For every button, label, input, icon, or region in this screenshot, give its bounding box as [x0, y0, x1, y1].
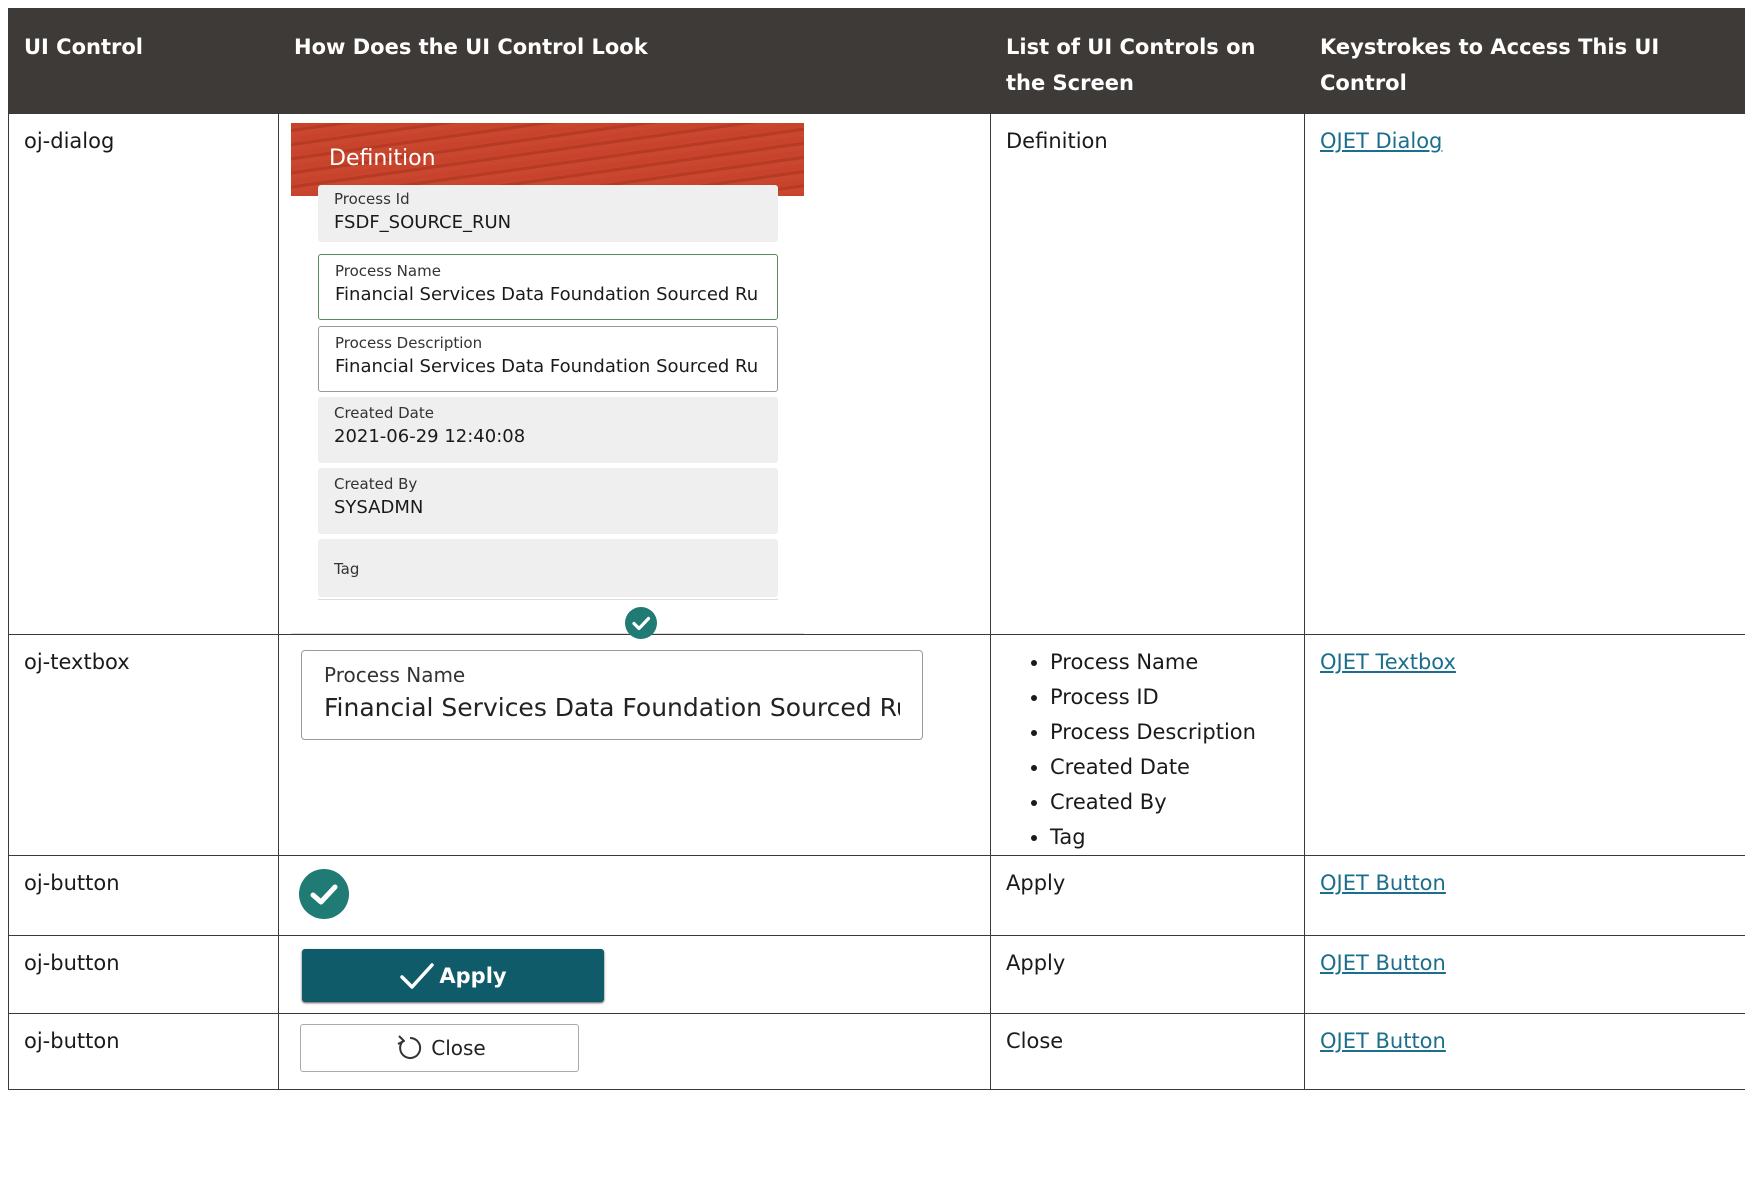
- process-id-label: Process Id: [334, 190, 410, 208]
- process-name-label: Process Name: [335, 262, 441, 280]
- list-item: Created Date: [1050, 750, 1289, 785]
- ui-controls-table: UI Control How Does the UI Control Look …: [8, 8, 1745, 1090]
- ojet-button-link[interactable]: OJET Button: [1320, 1029, 1446, 1053]
- process-description-label: Process Description: [335, 334, 483, 352]
- header-how-look: How Does the UI Control Look: [278, 8, 991, 114]
- cell-controls-list: Close: [990, 1013, 1305, 1090]
- apply-button-label: Apply: [439, 963, 507, 988]
- header-keystrokes: Keystrokes to Access This UI Control: [1304, 8, 1745, 114]
- textbox-value: Financial Services Data Foundation Sourc…: [324, 693, 900, 722]
- close-button-label: Close: [431, 1036, 486, 1060]
- created-by-field: Created By SYSADMN: [318, 468, 778, 534]
- textbox-label: Process Name: [324, 663, 466, 687]
- process-description-field[interactable]: Process Description Financial Services D…: [318, 326, 778, 392]
- process-name-field[interactable]: Process Name Financial Services Data Fou…: [318, 254, 778, 320]
- cell-control: oj-button: [8, 1013, 279, 1090]
- list-item: Tag: [1050, 820, 1289, 855]
- dialog-title: Definition: [329, 146, 436, 171]
- cell-preview: [278, 855, 991, 936]
- table-row: oj-button Close Close OJET Button: [8, 1013, 1745, 1090]
- cell-link: OJET Button: [1304, 935, 1745, 1014]
- list-item: Created By: [1050, 785, 1289, 820]
- process-description-value: Financial Services Data Foundation Sourc…: [335, 356, 759, 377]
- header-controls-list: List of UI Controls on the Screen: [990, 8, 1305, 114]
- cell-preview: Apply: [278, 935, 991, 1014]
- table-row: oj-button Apply Apply OJET Button: [8, 935, 1745, 1014]
- table-row: oj-dialog Definition Process Id FSDF_SOU…: [8, 113, 1745, 639]
- created-by-value: SYSADMN: [334, 497, 424, 518]
- check-icon: [400, 962, 435, 989]
- created-date-field: Created Date 2021-06-29 12:40:08: [318, 397, 778, 463]
- ojet-dialog-link[interactable]: OJET Dialog: [1320, 129, 1442, 153]
- table-row: oj-button Apply OJET Button: [8, 855, 1745, 936]
- process-name-value: Financial Services Data Foundation Sourc…: [335, 284, 759, 305]
- cell-link: OJET Button: [1304, 1013, 1745, 1090]
- list-item: Process Description: [1050, 715, 1289, 750]
- created-by-label: Created By: [334, 475, 418, 493]
- dialog-preview: Definition Process Id FSDF_SOURCE_RUN Pr…: [291, 123, 804, 639]
- cell-preview: Process Name Financial Services Data Fou…: [278, 634, 991, 856]
- cell-link: OJET Dialog: [1304, 113, 1745, 635]
- header-ui-control: UI Control: [8, 8, 279, 114]
- cell-controls-list: Apply: [990, 855, 1305, 936]
- controls-list: Process Name Process ID Process Descript…: [1006, 645, 1289, 855]
- check-circle-icon: [632, 616, 651, 631]
- tag-field[interactable]: Tag: [318, 539, 778, 597]
- table-header-row: UI Control How Does the UI Control Look …: [8, 8, 1745, 114]
- cell-control: oj-button: [8, 855, 279, 936]
- tag-label: Tag: [334, 560, 360, 578]
- check-circle-icon: [310, 884, 338, 905]
- table-row: oj-textbox Process Name Financial Servic…: [8, 634, 1745, 856]
- created-date-value: 2021-06-29 12:40:08: [334, 426, 526, 447]
- process-id-field: Process Id FSDF_SOURCE_RUN: [318, 185, 778, 242]
- apply-button[interactable]: Apply: [302, 949, 604, 1002]
- ojet-textbox-link[interactable]: OJET Textbox: [1320, 650, 1456, 674]
- cell-preview: Close: [278, 1013, 991, 1090]
- cell-preview: Definition Process Id FSDF_SOURCE_RUN Pr…: [278, 113, 991, 639]
- cell-controls-list: Definition: [990, 113, 1305, 635]
- created-date-label: Created Date: [334, 404, 434, 422]
- cell-link: OJET Button: [1304, 855, 1745, 936]
- cell-controls-list: Process Name Process ID Process Descript…: [990, 634, 1305, 856]
- list-item: Process Name: [1050, 645, 1289, 680]
- cell-control: oj-dialog: [8, 113, 279, 635]
- cell-link: OJET Textbox: [1304, 634, 1745, 856]
- close-button[interactable]: Close: [300, 1024, 579, 1072]
- process-id-value: FSDF_SOURCE_RUN: [334, 212, 512, 233]
- ojet-button-link[interactable]: OJET Button: [1320, 951, 1446, 975]
- dialog-footer-divider: [318, 599, 778, 600]
- ojet-button-link[interactable]: OJET Button: [1320, 871, 1446, 895]
- cell-controls-list: Apply: [990, 935, 1305, 1014]
- reset-arrow-icon: [397, 1035, 422, 1059]
- dialog-apply-button[interactable]: [625, 607, 657, 639]
- cell-control: oj-button: [8, 935, 279, 1014]
- list-item: Process ID: [1050, 680, 1289, 715]
- textbox-preview[interactable]: Process Name Financial Services Data Fou…: [301, 650, 923, 740]
- cell-control: oj-textbox: [8, 634, 279, 856]
- apply-round-button[interactable]: [299, 869, 349, 919]
